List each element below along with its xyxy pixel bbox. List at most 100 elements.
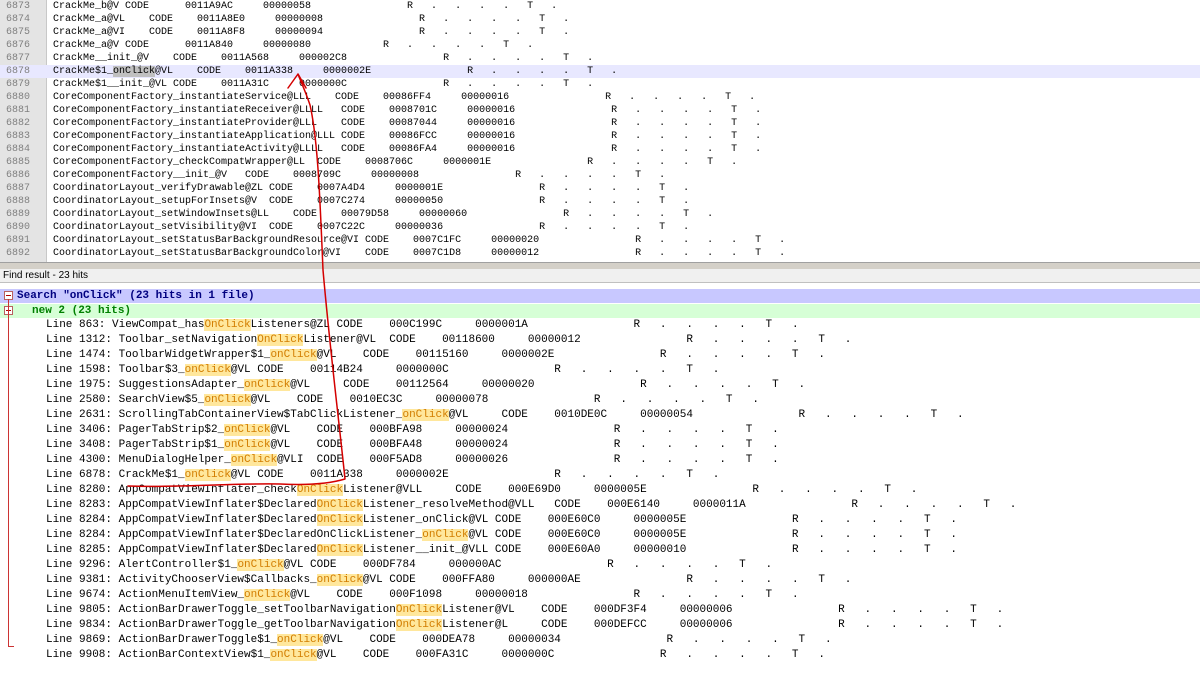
result-row[interactable]: Line 3406: PagerTabStrip$2_onClick@VL CO… [0, 423, 1200, 438]
result-text-part: Line 1975: SuggestionsAdapter_ [46, 379, 245, 391]
editor-pane[interactable]: 6873 CrackMe_b@V CODE 0011A9AC 00000058 R… [0, 0, 1200, 262]
result-text-part: Line 2580: SearchView$5_ [46, 394, 205, 406]
result-row[interactable]: Line 8284: AppCompatViewInflater$Declare… [0, 528, 1200, 543]
line-text: CrackMe_b@V CODE 0011A9AC 00000058 R . .… [53, 1, 558, 12]
line-text: CoreComponentFactory_instantiateProvider… [53, 118, 762, 129]
result-text-part: @VL CODE 0010DE0C 00000054 R . . . . T . [448, 409, 964, 421]
line-text: CrackMe__init_@V CODE 0011A568 000002C8 … [53, 53, 594, 64]
match-highlight: onClick [277, 634, 324, 646]
result-text-part: Line 4300: MenuDialogHelper_ [46, 454, 231, 466]
result-row[interactable]: Line 1975: SuggestionsAdapter_onClick@VL… [0, 378, 1200, 393]
editor-line[interactable]: 6891 CoordinatorLayout_setStatusBarBackgr… [0, 234, 1200, 247]
match-highlight: onClick [204, 394, 251, 406]
result-text-part: Line 1598: Toolbar$3_ [46, 364, 185, 376]
result-row[interactable]: Line 2631: ScrollingTabContainerView$Tab… [0, 408, 1200, 423]
result-text: Line 1598: Toolbar$3_onClick@VL CODE 001… [46, 363, 719, 378]
match-highlight: onClick [270, 649, 317, 661]
result-row[interactable]: Line 8280: AppCompatViewInflater_checkOn… [0, 483, 1200, 498]
result-text-part: Line 6878: CrackMe$1_ [46, 469, 185, 481]
editor-line[interactable]: 6883 CoreComponentFactory_instantiateAppl… [0, 130, 1200, 143]
result-row[interactable]: Line 8283: AppCompatViewInflater$Declare… [0, 498, 1200, 513]
result-row[interactable]: Line 9908: ActionBarContextView$1_onClic… [0, 648, 1200, 663]
result-text: Line 9869: ActionBarDrawerToggle$1_onCli… [46, 633, 832, 648]
result-text: Line 8284: AppCompatViewInflater$Declare… [46, 513, 957, 528]
editor-line[interactable]: 6879 CrackMe$1__init_@VL CODE 0011A31C 00… [0, 78, 1200, 91]
line-text: CoreComponentFactory__init_@V CODE 00087… [53, 170, 666, 181]
match-highlight: onClick [316, 574, 363, 586]
result-text-part: @VL CODE 000DF784 000000AC R . . . . T . [283, 559, 773, 571]
result-row[interactable]: Line 9805: ActionBarDrawerToggle_setTool… [0, 603, 1200, 618]
result-row[interactable]: Line 1598: Toolbar$3_onClick@VL CODE 001… [0, 363, 1200, 378]
result-text-part: @VL CODE 0011A338 0000002E R . . . . T . [230, 469, 720, 481]
result-text-part: Listener_onClick@VL CODE 000E60C0 000000… [362, 514, 957, 526]
editor-line[interactable]: 6880 CoreComponentFactory_instantiateServ… [0, 91, 1200, 104]
line-text: CoordinatorLayout_setupForInsets@V CODE … [53, 196, 690, 207]
result-text-part: Line 9381: ActivityChooserView$Callbacks… [46, 574, 317, 586]
result-text-part: @VL CODE 00114B24 0000000C R . . . . T . [230, 364, 720, 376]
editor-line[interactable]: 6875 CrackMe_a@VI CODE 0011A8F8 00000094 … [0, 26, 1200, 39]
result-text: Line 8285: AppCompatViewInflater$Declare… [46, 543, 957, 558]
line-text: CoordinatorLayout_setStatusBarBackground… [53, 248, 786, 259]
line-number: 6887 [6, 183, 31, 194]
match-highlight: OnClick [395, 619, 443, 631]
line-number: 6874 [6, 14, 31, 25]
editor-line[interactable]: 6889 CoordinatorLayout_setWindowInsets@LL… [0, 208, 1200, 221]
result-row[interactable]: Line 9381: ActivityChooserView$Callbacks… [0, 573, 1200, 588]
find-result-panel[interactable]: Find result - 23 hits Search "onClick" (… [0, 269, 1200, 690]
result-text: Line 9674: ActionMenuItemView_onClick@VL… [46, 588, 799, 603]
result-row[interactable]: Line 3408: PagerTabStrip$1_onClick@VL CO… [0, 438, 1200, 453]
line-text-part: @VL CODE 0011A338 0000002E R . . . . T . [155, 66, 618, 77]
result-text-part: Line 3406: PagerTabStrip$2_ [46, 424, 225, 436]
result-row[interactable]: Line 2580: SearchView$5_onClick@VL CODE … [0, 393, 1200, 408]
match-highlight: OnClick [296, 484, 344, 496]
line-number: 6891 [6, 235, 31, 246]
editor-line[interactable]: 6873 CrackMe_b@V CODE 0011A9AC 00000058 R… [0, 0, 1200, 13]
match-highlight: onClick [244, 379, 291, 391]
line-text: CoordinatorLayout_setStatusBarBackground… [53, 235, 786, 246]
result-text: Line 1474: ToolbarWidgetWrapper$1_onClic… [46, 348, 825, 363]
result-row[interactable]: Line 1474: ToolbarWidgetWrapper$1_onClic… [0, 348, 1200, 363]
editor-line[interactable]: 6890 CoordinatorLayout_setVisibility@VI C… [0, 221, 1200, 234]
editor-line[interactable]: 6881 CoreComponentFactory_instantiateRece… [0, 104, 1200, 117]
editor-line[interactable]: 6882 CoreComponentFactory_instantiateProv… [0, 117, 1200, 130]
result-row[interactable]: Line 1312: Toolbar_setNavigationOnClickL… [0, 333, 1200, 348]
result-row[interactable]: Line 6878: CrackMe$1_onClick@VL CODE 001… [0, 468, 1200, 483]
editor-line[interactable]: 6887 CoordinatorLayout_verifyDrawable@ZL … [0, 182, 1200, 195]
match-highlight: onClick [230, 454, 278, 466]
result-text: Line 3408: PagerTabStrip$1_onClick@VL CO… [46, 438, 779, 453]
result-row[interactable]: Line 8285: AppCompatViewInflater$Declare… [0, 543, 1200, 558]
result-text-part: @VL CODE 000BFA48 00000024 R . . . . T . [270, 439, 779, 451]
line-text: CoreComponentFactory_instantiateService@… [53, 92, 756, 103]
editor-line[interactable]: 6888 CoordinatorLayout_setupForInsets@V C… [0, 195, 1200, 208]
result-text-part: Listeners@ZL CODE 000C199C 0000001A R . … [250, 319, 799, 331]
result-row[interactable]: Line 4300: MenuDialogHelper_onClick@VLI … [0, 453, 1200, 468]
editor-line[interactable]: 6874 CrackMe_a@VL CODE 0011A8E0 00000008 … [0, 13, 1200, 26]
result-text-part: @VL CODE 00115160 0000002E R . . . . T . [316, 349, 825, 361]
match-highlight: onClick [244, 589, 291, 601]
editor-line[interactable]: 6892 CoordinatorLayout_setStatusBarBackgr… [0, 247, 1200, 260]
editor-line[interactable]: 6885 CoreComponentFactory_checkCompatWrap… [0, 156, 1200, 169]
line-number: 6881 [6, 105, 31, 116]
line-text: CoordinatorLayout_setVisibility@VI CODE … [53, 222, 690, 233]
result-text: Line 8280: AppCompatViewInflater_checkOn… [46, 483, 917, 498]
editor-line[interactable]: 6876 CrackMe_a@V CODE 0011A840 00000080 R… [0, 39, 1200, 52]
result-text-part: Line 8285: AppCompatViewInflater$Declare… [46, 544, 317, 556]
result-row[interactable]: Line 9674: ActionMenuItemView_onClick@VL… [0, 588, 1200, 603]
result-row[interactable]: Line 9869: ActionBarDrawerToggle$1_onCli… [0, 633, 1200, 648]
line-number: 6886 [6, 170, 31, 181]
file-header-row[interactable]: new 2 (23 hits) [0, 304, 1200, 318]
result-row[interactable]: Line 9834: ActionBarDrawerToggle_getTool… [0, 618, 1200, 633]
line-number: 6878 [6, 66, 31, 77]
result-row[interactable]: Line 9296: AlertController$1_onClick@VL … [0, 558, 1200, 573]
line-text: CoreComponentFactory_instantiateApplicat… [53, 131, 762, 142]
editor-line[interactable]: 6878 CrackMe$1_onClick@VL CODE 0011A338 0… [0, 65, 1200, 78]
search-header-row[interactable]: Search "onClick" (23 hits in 1 file) [0, 289, 1200, 303]
editor-line[interactable]: 6877 CrackMe__init_@V CODE 0011A568 00000… [0, 52, 1200, 65]
result-text-part: Listener_resolveMethod@VLL CODE 000E6140… [362, 499, 1017, 511]
result-row[interactable]: Line 863: ViewCompat_hasOnClickListeners… [0, 318, 1200, 333]
line-number: 6890 [6, 222, 31, 233]
result-text-part: @VL CODE 000FA31C 0000000C R . . . . T . [316, 649, 825, 661]
editor-line[interactable]: 6884 CoreComponentFactory_instantiateActi… [0, 143, 1200, 156]
editor-line[interactable]: 6886 CoreComponentFactory__init_@V CODE 0… [0, 169, 1200, 182]
result-row[interactable]: Line 8284: AppCompatViewInflater$Declare… [0, 513, 1200, 528]
